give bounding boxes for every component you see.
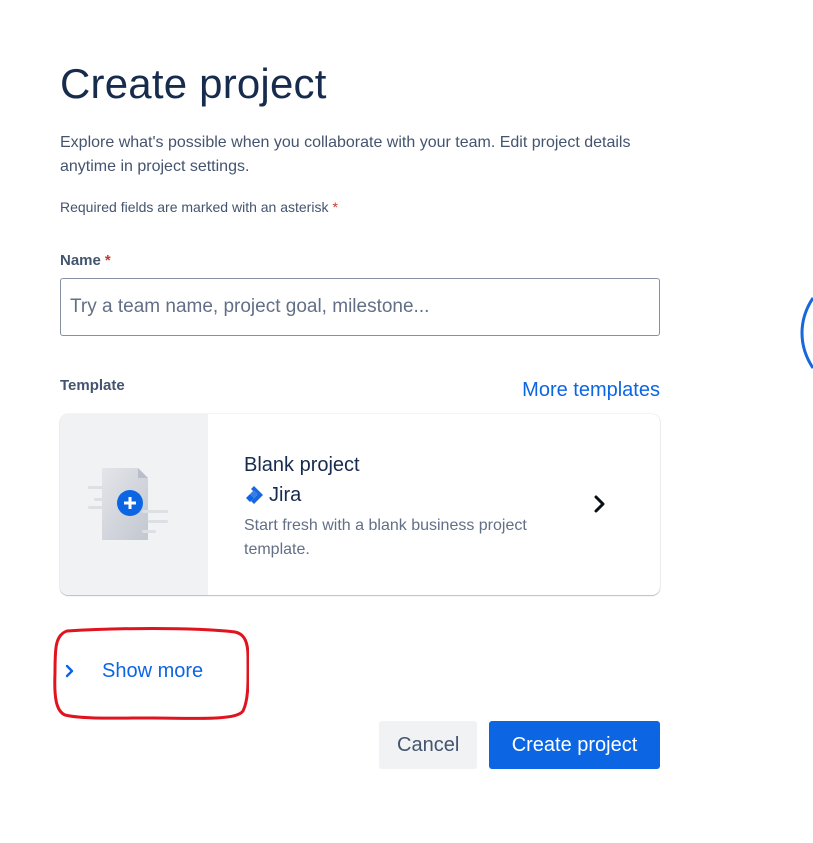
template-description: Start fresh with a blank business projec… — [244, 517, 527, 558]
name-field-label: Name * — [60, 250, 111, 272]
template-card-blank-project[interactable]: Blank project Jira Start fresh with a bl… — [60, 414, 660, 595]
show-more-toggle[interactable]: Show more — [64, 656, 203, 686]
more-templates-link[interactable]: More templates — [522, 377, 660, 403]
jira-logo-icon — [246, 486, 263, 504]
show-more-label: Show more — [102, 659, 204, 682]
chevron-right-icon[interactable] — [592, 494, 608, 514]
page-title: Create project — [60, 60, 327, 107]
chevron-right-icon — [65, 664, 74, 678]
name-required-asterisk: * — [104, 252, 111, 269]
name-label-text: Name — [60, 252, 101, 269]
required-note-text: Required fields are marked with an aster… — [60, 199, 329, 215]
project-name-input[interactable] — [60, 278, 660, 336]
create-project-button[interactable]: Create project — [489, 721, 660, 769]
template-field-label: Template — [60, 377, 125, 394]
template-title: Blank project — [244, 454, 360, 476]
blank-document-plus-icon — [88, 468, 168, 540]
template-product-name: Jira — [269, 484, 302, 506]
template-thumbnail — [60, 414, 208, 595]
page-description: Explore what's possible when you collabo… — [60, 134, 631, 175]
required-asterisk: * — [332, 199, 338, 215]
cancel-button[interactable]: Cancel — [379, 721, 477, 769]
template-product: Jira — [244, 483, 301, 507]
edge-partial-icon — [800, 297, 813, 369]
required-fields-note: Required fields are marked with an aster… — [60, 196, 338, 218]
